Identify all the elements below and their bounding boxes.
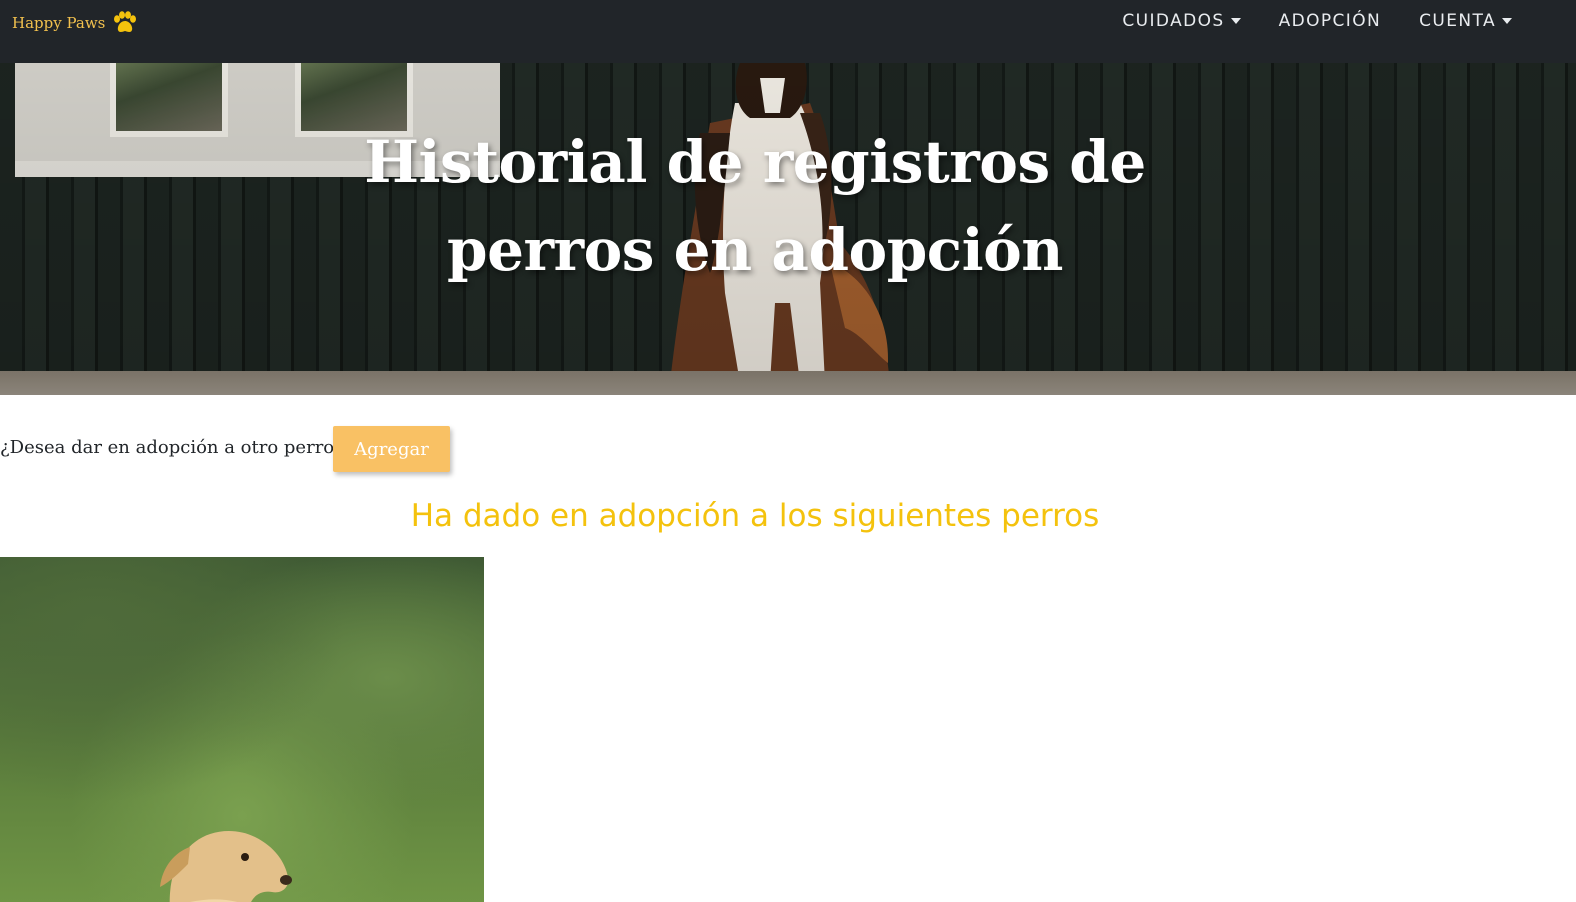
add-dog-button[interactable]: Agregar: [333, 426, 450, 472]
dog-card-image[interactable]: [0, 557, 484, 902]
hero-title-line2: perros en adopción: [447, 216, 1063, 284]
nav-cuidados-label: CUIDADOS: [1122, 11, 1225, 31]
brand-name: Happy Paws: [12, 14, 106, 32]
hero-title-line1: Historial de registros de: [364, 128, 1146, 196]
nav-cuidados-dropdown[interactable]: CUIDADOS: [1122, 11, 1241, 31]
hero-banner: Historial de registros de perros en adop…: [0, 63, 1576, 395]
nav-cuenta-label: CUENTA: [1419, 11, 1496, 31]
labrador-image: [160, 831, 292, 902]
caret-down-icon: [1502, 18, 1512, 24]
section-heading: Ha dado en adopción a los siguientes per…: [410, 498, 1100, 534]
hero-title: Historial de registros de perros en adop…: [0, 118, 1510, 294]
paw-icon: [114, 11, 137, 32]
caret-down-icon: [1230, 18, 1241, 24]
nav-adopcion-link[interactable]: ADOPCIÓN: [1279, 11, 1382, 31]
brand-link[interactable]: Happy Paws: [12, 10, 137, 36]
navbar: Happy Paws CUIDADOS ADOPCIÓN CUENTA: [0, 0, 1576, 63]
nav-links: CUIDADOS ADOPCIÓN CUENTA: [1122, 0, 1512, 42]
nav-cuenta-dropdown[interactable]: CUENTA: [1419, 11, 1512, 31]
adopt-question: ¿Desea dar en adopción a otro perro?: [0, 437, 344, 458]
nav-adopcion-label: ADOPCIÓN: [1278, 11, 1382, 31]
